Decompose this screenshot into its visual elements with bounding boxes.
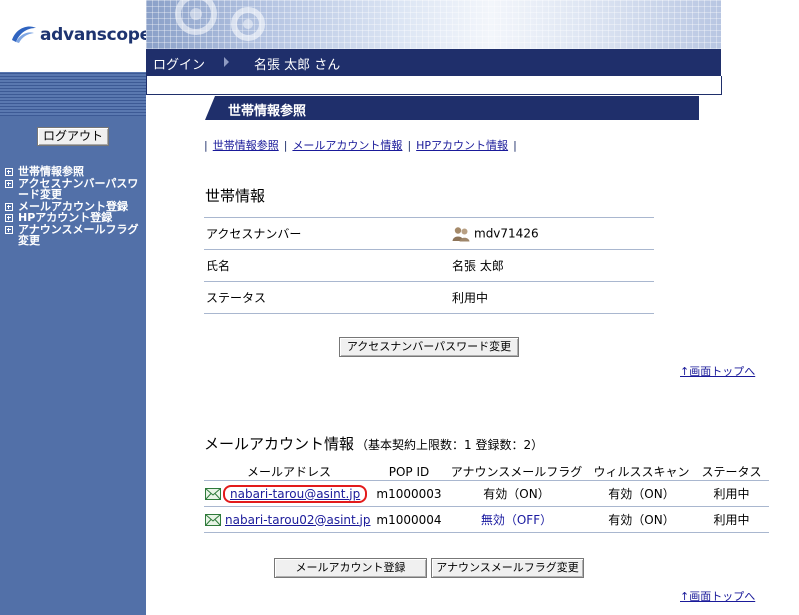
mail-address-cell: nabari-tarou@asint.jp [204,480,374,507]
plus-box-icon [5,225,13,234]
access-number: mdv71426 [474,226,539,240]
row-value: 利用中 [452,281,654,314]
plus-box-icon [5,214,13,222]
household-heading: 世帯情報 [205,187,266,205]
household-table: アクセスナンバー mdv71426 氏名 名張 太郎 ステータス 利用中 [204,217,654,314]
user-name: 名張 太郎 さん [254,58,341,73]
sidebar-stripes [0,72,146,116]
mail-heading: メールアカウント情報 [204,435,355,453]
mail-account-register-button[interactable]: メールアカウント登録 [274,558,427,578]
tab-links: | 世帯情報参照 | メールアカウント情報 | HPアカウント情報 | [204,137,522,153]
table-row: ステータス 利用中 [204,281,654,314]
users-icon [452,226,470,241]
logout-button[interactable]: ログアウト [37,127,109,146]
gear-decoration-icon [175,0,265,41]
plus-box-icon [5,202,13,211]
envelope-icon [205,488,221,500]
announce-flag-cell: 有効（ON） [444,480,589,507]
tab-mail-account-info[interactable]: メールアカウント情報 [292,139,402,152]
arrow-right-icon [224,57,229,67]
sidebar-item-label: アナウンスメールフラグ変更 [18,222,139,247]
pop-id-cell: m1000003 [374,480,444,507]
sidebar-item-access-password[interactable]: アクセスナンバーパスワード変更 [5,176,143,201]
row-label: ステータス [204,281,452,314]
header-bar: ログイン 名張 太郎 さん [146,49,721,76]
row-value: mdv71426 [452,217,654,250]
access-password-change-button[interactable]: アクセスナンバーパスワード変更 [339,337,519,357]
separator: | [513,139,517,152]
tab-hp-account-info[interactable]: HPアカウント情報 [416,139,508,152]
table-row: 氏名 名張 太郎 [204,249,654,282]
column-header: ステータス [694,463,769,481]
virus-scan-cell: 有効（ON） [589,480,694,507]
row-label: アクセスナンバー [204,217,452,250]
announce-flag-cell: 無効（OFF） [444,506,589,533]
sidebar-item-announce-flag[interactable]: アナウンスメールフラグ変更 [5,222,143,247]
separator: | [407,139,412,152]
header-frame [146,76,722,95]
plus-box-icon [5,179,13,188]
sidebar: ログアウト 世帯情報参照 アクセスナンバーパスワード変更 メールアカウント登録 … [0,72,146,615]
status-cell: 利用中 [694,506,769,533]
side-menu: 世帯情報参照 アクセスナンバーパスワード変更 メールアカウント登録 HPアカウン… [5,166,143,247]
announce-flag-change-button[interactable]: アナウンスメールフラグ変更 [431,558,584,578]
highlighted-address: nabari-tarou@asint.jp [223,484,368,503]
column-header: メールアドレス [204,463,374,481]
mail-table: メールアドレス POP ID アナウンスメールフラグ ウィルススキャン ステータ… [204,463,769,533]
virus-scan-cell: 有効（ON） [589,506,694,533]
mail-address-cell: nabari-tarou02@asint.jp [204,506,374,533]
page-title: 世帯情報参照 [228,104,307,119]
login-label: ログイン [153,58,206,73]
logo-text: advanscope [40,25,151,45]
page-title-bar: 世帯情報参照 [205,96,699,120]
header-banner [146,0,721,49]
column-header: アナウンスメールフラグ [444,463,589,481]
tab-household-info[interactable]: 世帯情報参照 [213,139,279,152]
mail-subheading: （基本契約上限数：1 登録数：2） [356,438,544,452]
separator: | [204,139,208,152]
envelope-icon [205,514,221,526]
sidebar-item-label: アクセスナンバーパスワード変更 [18,176,139,201]
to-top-link[interactable]: ↑画面トップへ [680,588,755,604]
table-row: アクセスナンバー mdv71426 [204,217,654,250]
separator: | [283,139,288,152]
table-row: nabari-tarou@asint.jp m1000003 有効（ON） 有効… [204,480,769,507]
table-header-row: メールアドレス POP ID アナウンスメールフラグ ウィルススキャン ステータ… [204,463,769,481]
column-header: POP ID [374,463,444,481]
logo-swoosh-icon [12,26,36,43]
table-row: nabari-tarou02@asint.jp m1000004 無効（OFF）… [204,506,769,533]
plus-box-icon [5,168,13,176]
mail-address-link[interactable]: nabari-tarou@asint.jp [230,487,360,501]
status-cell: 利用中 [694,480,769,507]
row-label: 氏名 [204,249,452,282]
logo-area: advanscope [0,0,151,72]
row-value: 名張 太郎 [452,249,654,282]
column-header: ウィルススキャン [589,463,694,481]
pop-id-cell: m1000004 [374,506,444,533]
mail-address-link[interactable]: nabari-tarou02@asint.jp [225,513,371,527]
to-top-link[interactable]: ↑画面トップへ [680,363,755,379]
